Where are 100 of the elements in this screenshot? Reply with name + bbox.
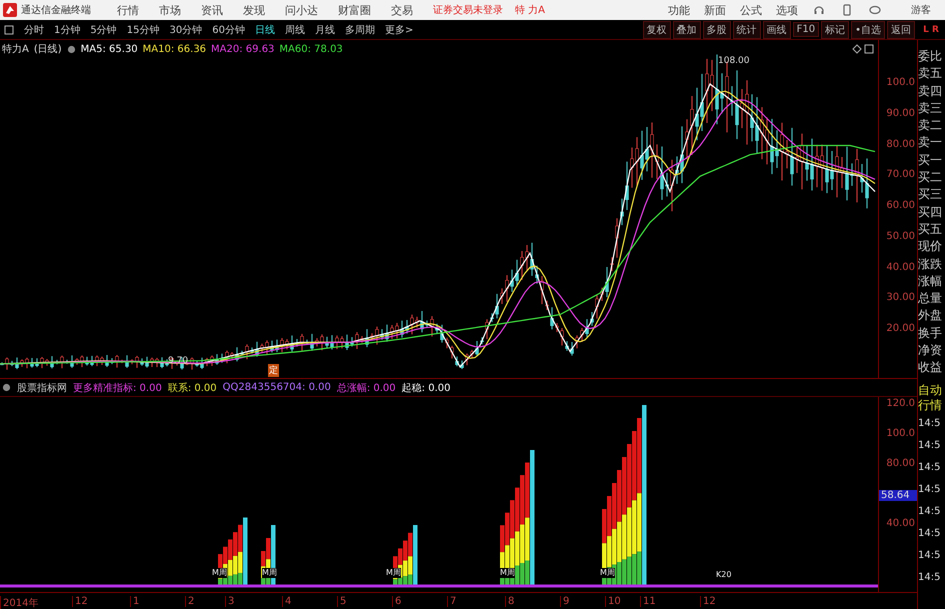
current-value-badge: 58.64 — [879, 490, 917, 502]
quote-field-label: 买一 — [918, 152, 943, 169]
mode-label[interactable]: 自动 — [918, 382, 945, 398]
trade-time: 14:5 — [918, 438, 942, 453]
axis-label: 80.00 — [886, 458, 915, 469]
date-label: 5 — [337, 596, 346, 607]
quote-field-label: 净资 — [918, 342, 943, 360]
menu-item[interactable]: 行情 — [109, 2, 147, 18]
ma-value: MA20: 69.63 — [211, 44, 274, 54]
menu-item[interactable]: 选项 — [771, 2, 803, 18]
toolbar-button[interactable]: •自选 — [851, 20, 885, 38]
trade-time: 14:5 — [918, 548, 942, 563]
toolbar-button[interactable]: 多股 — [702, 20, 731, 38]
period-tab[interactable]: 30分钟 — [165, 22, 206, 36]
period-tab[interactable]: 5分钟 — [86, 22, 121, 36]
date-label: 7 — [447, 596, 456, 607]
stock-title: 特力A — [2, 42, 29, 56]
axis-label: 100.0 — [886, 77, 915, 88]
signal-label: M周 — [500, 568, 515, 578]
menu-item[interactable]: 问小达 — [277, 2, 326, 18]
quote-field-label: 买四 — [918, 204, 943, 221]
period-tab[interactable]: 1分钟 — [50, 22, 84, 36]
toolbar-button[interactable]: 返回 — [887, 20, 915, 38]
axis-label: 70.00 — [886, 169, 915, 180]
menu-item[interactable]: 公式 — [735, 2, 767, 18]
period-tab[interactable]: 60分钟 — [208, 22, 249, 36]
toolbar-button[interactable]: 画线 — [762, 20, 791, 38]
date-label: 12 — [72, 596, 88, 607]
layout-label: L R — [922, 24, 940, 34]
date-label: 1 — [130, 596, 140, 607]
menu-item[interactable]: 发现 — [235, 2, 273, 18]
period-tab[interactable]: 月线 — [310, 22, 339, 36]
toolbar-button[interactable]: 叠加 — [672, 20, 701, 38]
quote-field-label: 收益 — [918, 359, 943, 376]
axis-label: 80.00 — [886, 138, 915, 150]
indicator-value: QQ2843556704: 0.00 — [222, 382, 331, 393]
signal-label: M周 — [262, 568, 277, 578]
menu-item[interactable]: 市场 — [151, 2, 189, 18]
quote-field-label: 委比 — [918, 48, 943, 65]
period-tab[interactable]: 更多> — [380, 22, 418, 36]
quote-field-label: 卖四 — [918, 82, 943, 100]
menu-item[interactable]: 新面 — [699, 2, 731, 18]
panel-icon[interactable] — [4, 24, 14, 34]
axis-label: 100.0 — [886, 428, 915, 439]
menu-item[interactable]: 资讯 — [193, 2, 231, 18]
period-label: (日线) — [34, 42, 62, 56]
high-price-label: 108.00 — [718, 56, 750, 66]
quote-field-label: 买三 — [918, 186, 943, 204]
date-label: 12 — [700, 596, 716, 607]
toolbar-button[interactable]: F10 — [792, 22, 820, 37]
trade-time: 14:5 — [918, 416, 942, 431]
headset-icon[interactable] — [813, 4, 825, 16]
quote-field-label: 买五 — [918, 220, 943, 238]
user-name[interactable]: 游客 — [911, 3, 931, 17]
date-label: 6 — [392, 596, 402, 607]
indicator-value: 更多精准指标: 0.00 — [73, 382, 162, 394]
period-tab[interactable]: 15分钟 — [122, 22, 164, 36]
signal-label: M周 — [600, 568, 615, 578]
signal-label: M周 — [212, 568, 227, 578]
ma-value: MA5: 65.30 — [80, 44, 138, 54]
indicator-name: 股票指标网 — [17, 382, 67, 394]
date-label: 10 — [605, 596, 621, 607]
period-tab[interactable]: 分时 — [20, 22, 48, 36]
quote-field-label: 涨幅 — [918, 272, 943, 290]
axis-label: 90.00 — [886, 108, 915, 119]
app-name: 通达信金融终端 — [21, 4, 91, 17]
diamond-icon[interactable] — [852, 44, 862, 54]
menu-item[interactable]: 财富圈 — [330, 2, 379, 18]
date-label: 2 — [185, 596, 194, 607]
quote-field-label: 换手 — [918, 324, 943, 342]
date-label: 2014年 — [0, 596, 38, 609]
period-tab[interactable]: 日线 — [250, 22, 279, 36]
mode-label[interactable]: 行情 — [918, 398, 945, 413]
menu-item[interactable]: 功能 — [663, 2, 695, 18]
quote-field-label: 卖一 — [918, 134, 943, 152]
toolbar-button[interactable]: 复权 — [642, 20, 671, 38]
panel-icon[interactable] — [864, 44, 874, 54]
login-status: 证券交易未登录 — [433, 4, 503, 17]
quote-field-label: 卖五 — [918, 65, 943, 82]
message-icon[interactable] — [869, 4, 881, 16]
date-label: 11 — [640, 596, 656, 607]
axis-label: 50.00 — [886, 230, 915, 242]
menu-item[interactable]: 交易 — [383, 2, 421, 18]
trade-time: 14:5 — [918, 460, 942, 475]
app-logo-icon — [3, 3, 17, 17]
ma-value: MA10: 66.36 — [142, 44, 206, 54]
quote-field-label: 卖三 — [918, 100, 943, 117]
low-price-label: 9.70 — [168, 356, 188, 366]
axis-label: 120.0 — [886, 398, 915, 409]
phone-icon[interactable] — [841, 4, 853, 16]
axis-label: 40.00 — [886, 518, 915, 529]
marker-badge: 定 — [268, 364, 279, 377]
trade-time: 14:5 — [918, 482, 942, 497]
indicator-value: 起稳: 0.00 — [402, 382, 450, 394]
toolbar-button[interactable]: 标记 — [821, 20, 850, 38]
indicator-value: 联系: 0.00 — [168, 382, 217, 394]
toolbar-button[interactable]: 统计 — [732, 20, 761, 38]
date-label: 3 — [225, 596, 234, 607]
period-tab[interactable]: 周线 — [280, 22, 309, 36]
period-tab[interactable]: 多周期 — [340, 22, 379, 36]
